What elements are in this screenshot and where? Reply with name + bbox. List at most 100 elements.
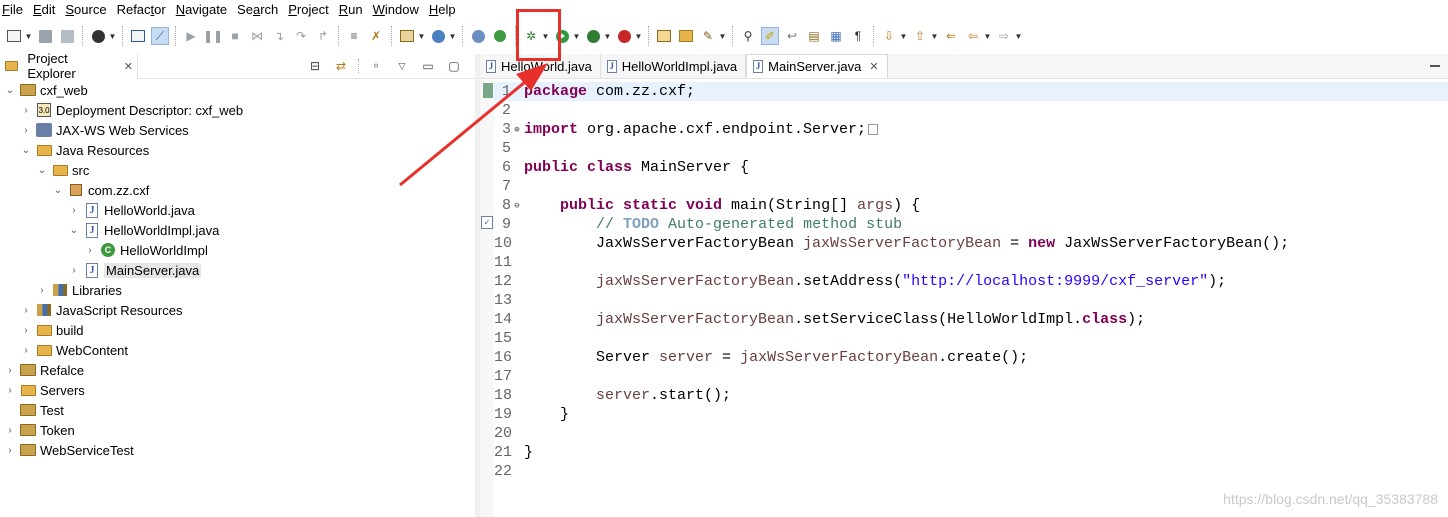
tree-item-src[interactable]: ⌄ src <box>36 160 90 180</box>
word-wrap-icon[interactable]: ↩ <box>784 28 800 44</box>
code-line[interactable]: 1 package com.zz.cxf; <box>494 82 1448 101</box>
tree-item-helloworldimpl-java[interactable]: ⌄ J HelloWorldImpl.java <box>68 220 219 240</box>
filter-icon[interactable]: ⚬ <box>368 58 384 74</box>
menu-refactor[interactable]: Refactor <box>112 0 171 20</box>
forward-dropdown-icon[interactable]: ▼ <box>1015 28 1023 44</box>
profile-dropdown-icon[interactable]: ▼ <box>109 28 117 44</box>
save-icon[interactable] <box>37 28 53 44</box>
last-edit-icon[interactable]: ⇐ <box>943 28 959 44</box>
chevron-down-icon[interactable]: ⌄ <box>4 85 16 96</box>
code-line[interactable]: 15 <box>494 329 524 348</box>
code-line[interactable]: 22 <box>494 462 524 481</box>
open-folder-icon[interactable] <box>678 28 694 44</box>
code-line[interactable]: 20 <box>494 424 524 443</box>
code-line[interactable]: 19 } <box>494 405 569 424</box>
chevron-right-icon[interactable]: › <box>4 385 16 396</box>
web-services-icon[interactable] <box>430 28 446 44</box>
close-icon[interactable]: ✕ <box>124 60 133 73</box>
menu-search[interactable]: Search <box>232 0 283 20</box>
chevron-right-icon[interactable]: › <box>20 305 32 316</box>
code-line[interactable]: 3 ⊕ import org.apache.cxf.endpoint.Server; <box>494 120 879 139</box>
tree-item-build[interactable]: › build <box>20 320 83 340</box>
code-area[interactable]: ✓ 1 package com.zz.cxf; 2 3 ⊕ import org.apac… <box>480 80 1448 517</box>
step-return-icon[interactable]: ↱ <box>315 28 331 44</box>
chevron-right-icon[interactable]: › <box>20 345 32 356</box>
tree-item-jax-ws-web-services[interactable]: › JAX-WS Web Services <box>20 120 188 140</box>
run-on-server-icon[interactable] <box>492 28 508 44</box>
chevron-right-icon[interactable]: › <box>20 325 32 336</box>
profile-icon[interactable] <box>90 28 106 44</box>
web-services-dropdown-icon[interactable]: ▼ <box>449 28 457 44</box>
collapse-fold-icon[interactable]: ⊖ <box>511 201 523 211</box>
chevron-right-icon[interactable]: › <box>68 205 80 216</box>
annotation-icon[interactable]: ▤ <box>806 28 822 44</box>
code-line[interactable]: 6 public class MainServer { <box>494 158 749 177</box>
menu-edit[interactable]: Edit <box>28 0 60 20</box>
menu-navigate[interactable]: Navigate <box>171 0 232 20</box>
show-whitespace-icon[interactable]: ¶ <box>850 28 866 44</box>
code-line[interactable]: 11 <box>494 253 524 272</box>
open-task-icon[interactable]: ✎ <box>700 28 716 44</box>
new-wizard-icon[interactable] <box>6 28 22 44</box>
code-line[interactable]: 16 Server server = jaxWsServerFactoryBea… <box>494 348 1028 367</box>
chevron-right-icon[interactable]: › <box>4 365 16 376</box>
chevron-right-icon[interactable]: › <box>4 445 16 456</box>
new-server-dropdown-icon[interactable]: ▼ <box>418 28 426 44</box>
globe-icon[interactable] <box>470 28 486 44</box>
code-line[interactable]: 21} <box>494 443 533 462</box>
new-dropdown-icon[interactable]: ▼ <box>25 28 33 44</box>
expand-fold-icon[interactable]: ⊕ <box>511 125 523 135</box>
chevron-down-icon[interactable]: ⌄ <box>36 165 48 176</box>
menu-project[interactable]: Project <box>283 0 333 20</box>
code-line[interactable]: 12 jaxWsServerFactoryBean.setAddress("ht… <box>494 272 1226 291</box>
code-line[interactable]: 18 server.start(); <box>494 386 731 405</box>
code-line[interactable]: 13 <box>494 291 524 310</box>
menu-file[interactable]: File <box>0 0 28 20</box>
chevron-right-icon[interactable]: › <box>20 105 32 116</box>
tree-item-mainserver-java[interactable]: › J MainServer.java <box>68 260 202 280</box>
close-icon[interactable]: ✕ <box>869 60 878 73</box>
toggle-mark-icon[interactable]: ≡ <box>346 28 362 44</box>
tree-item-helloworld-java[interactable]: › J HelloWorld.java <box>68 200 195 220</box>
code-line[interactable]: 14 jaxWsServerFactoryBean.setServiceClas… <box>494 310 1145 329</box>
tree-item-webservicetest[interactable]: › WebServiceTest <box>4 440 133 460</box>
mark-occurrences-icon[interactable]: ✐ <box>761 27 779 45</box>
back-dropdown-icon[interactable]: ▼ <box>984 28 992 44</box>
next-annotation-dropdown-icon[interactable]: ▼ <box>900 28 908 44</box>
chevron-right-icon[interactable]: › <box>20 125 32 136</box>
chevron-down-icon[interactable]: ⌄ <box>52 185 64 196</box>
open-type-icon[interactable] <box>656 28 672 44</box>
resume-icon[interactable]: ▶ <box>183 28 199 44</box>
code-line[interactable]: 5 <box>494 139 524 158</box>
save-all-icon[interactable] <box>59 28 75 44</box>
new-server-icon[interactable] <box>399 28 415 44</box>
tab-project-explorer[interactable]: Project Explorer ✕ <box>0 51 138 81</box>
tree-item-java-resources[interactable]: ⌄ Java Resources <box>20 140 149 160</box>
tree-item-refalce[interactable]: › Refalce <box>4 360 84 380</box>
previous-annotation-dropdown-icon[interactable]: ▼ <box>931 28 939 44</box>
forward-icon[interactable]: ⇨ <box>996 28 1012 44</box>
search-icon[interactable]: ⚲ <box>740 28 756 44</box>
menu-source[interactable]: Source <box>60 0 111 20</box>
chevron-right-icon[interactable]: › <box>4 425 16 436</box>
block-selection-icon[interactable]: ▦ <box>828 28 844 44</box>
chevron-down-icon[interactable]: ⌄ <box>68 225 80 236</box>
folded-imports-indicator[interactable] <box>868 123 879 135</box>
minimize-icon[interactable]: ▭ <box>420 58 436 74</box>
tree-item-webcontent[interactable]: › WebContent <box>20 340 128 360</box>
menu-window[interactable]: Window <box>368 0 424 20</box>
coverage-icon[interactable] <box>585 28 601 44</box>
terminate-icon[interactable]: ■ <box>227 28 243 44</box>
code-line[interactable]: 10 JaxWsServerFactoryBean jaxWsServerFac… <box>494 234 1289 253</box>
external-tools-dropdown-icon[interactable]: ▼ <box>635 28 643 44</box>
chevron-right-icon[interactable]: › <box>84 245 96 256</box>
tab-mainserver-java[interactable]: J MainServer.java ✕ <box>746 54 888 78</box>
code-line[interactable]: 2 <box>494 101 524 120</box>
run-dropdown-icon[interactable]: ▼ <box>573 28 581 44</box>
collapse-all-icon[interactable]: ⊟ <box>307 58 323 74</box>
tree-item-test[interactable]: Test <box>4 400 64 420</box>
tree-item-token[interactable]: › Token <box>4 420 74 440</box>
menu-help[interactable]: Help <box>424 0 461 20</box>
menu-run[interactable]: Run <box>334 0 368 20</box>
toggle-ant-icon[interactable]: ✗ <box>368 28 384 44</box>
